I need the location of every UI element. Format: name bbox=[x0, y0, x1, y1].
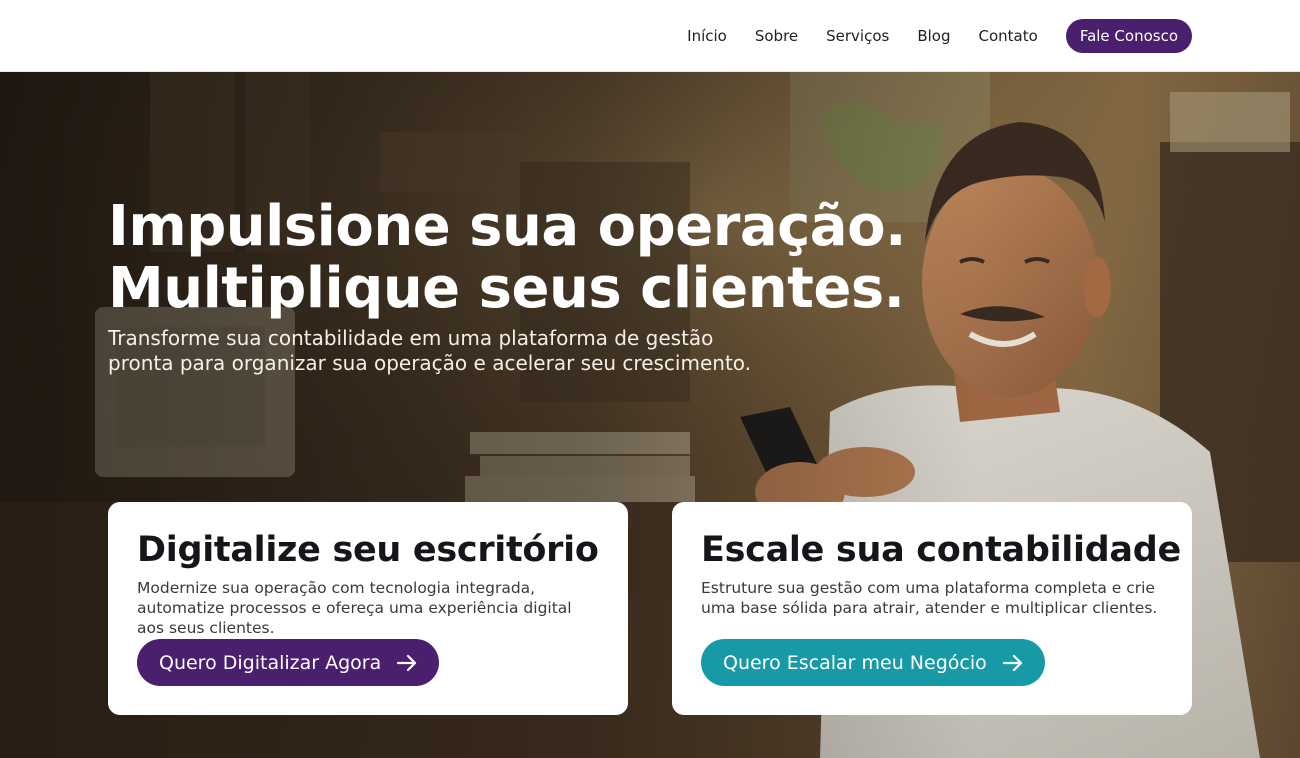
main-nav: Início Sobre Serviços Blog Contato Fale … bbox=[687, 19, 1192, 53]
contact-us-button[interactable]: Fale Conosco bbox=[1065, 19, 1192, 53]
arrow-right-icon bbox=[395, 651, 419, 675]
site-header: Início Sobre Serviços Blog Contato Fale … bbox=[0, 0, 1300, 72]
hero-headline: Impulsione sua operação. Multiplique seu… bbox=[108, 194, 906, 321]
digitize-card: Digitalize seu escritório Modernize sua … bbox=[108, 502, 628, 715]
nav-link-sobre[interactable]: Sobre bbox=[755, 27, 798, 45]
arrow-right-icon bbox=[1001, 651, 1025, 675]
hero-headline-line1: Impulsione sua operação. bbox=[108, 194, 906, 259]
scale-card-title: Escale sua contabilidade bbox=[701, 530, 1181, 570]
scale-card: Escale sua contabilidade Estruture sua g… bbox=[672, 502, 1192, 715]
digitize-card-title: Digitalize seu escritório bbox=[137, 530, 599, 570]
nav-link-contato[interactable]: Contato bbox=[979, 27, 1038, 45]
scale-business-button[interactable]: Quero Escalar meu Negócio bbox=[701, 639, 1045, 686]
nav-link-inicio[interactable]: Início bbox=[687, 27, 727, 45]
digitize-card-text: Modernize sua operação com tecnologia in… bbox=[137, 579, 572, 637]
digitize-now-button-label: Quero Digitalizar Agora bbox=[159, 651, 382, 674]
hero-section: Impulsione sua operação. Multiplique seu… bbox=[0, 72, 1300, 758]
scale-business-button-label: Quero Escalar meu Negócio bbox=[723, 651, 987, 674]
hero-subtitle: Transforme sua contabilidade em uma plat… bbox=[108, 326, 752, 375]
nav-link-blog[interactable]: Blog bbox=[917, 27, 950, 45]
nav-link-servicos[interactable]: Serviços bbox=[826, 27, 889, 45]
hero-headline-line2: Multiplique seus clientes. bbox=[108, 256, 905, 321]
digitize-now-button[interactable]: Quero Digitalizar Agora bbox=[137, 639, 440, 686]
scale-card-text: Estruture sua gestão com uma plataforma … bbox=[701, 579, 1158, 617]
